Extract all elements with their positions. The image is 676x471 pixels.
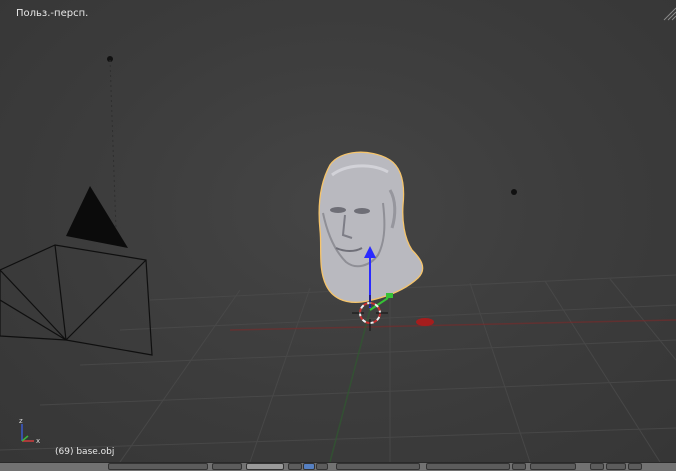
lamp-icon[interactable]: [511, 189, 517, 195]
transform-orientation-dropdown[interactable]: [336, 463, 420, 470]
axis-label-x: x: [36, 437, 40, 445]
manipulator-toggle[interactable]: [288, 463, 302, 470]
rotate-manipulator-button[interactable]: [316, 463, 328, 470]
scene-canvas[interactable]: z x: [0, 0, 676, 462]
3d-viewport[interactable]: Польз.-персп. z x (69) base.obj: [0, 0, 676, 462]
axes-gizmo: z x: [19, 417, 40, 445]
active-object-info: (69) base.obj: [55, 447, 115, 457]
area-split-corner-icon[interactable]: [663, 7, 676, 21]
snap-toggle[interactable]: [590, 463, 604, 470]
lock-camera-button[interactable]: [512, 463, 526, 470]
axis-label-z: z: [19, 417, 23, 425]
shading-dropdown[interactable]: [212, 463, 242, 470]
layers-buttons[interactable]: [426, 463, 510, 470]
object-mode-dropdown[interactable]: [108, 463, 208, 470]
render-preview-button[interactable]: [628, 463, 642, 470]
proportional-edit-dropdown[interactable]: [530, 463, 576, 470]
pivot-dropdown[interactable]: [246, 463, 284, 470]
translate-manipulator-button[interactable]: [303, 463, 315, 470]
lamp-line: [109, 59, 117, 231]
y-axis-line: [329, 309, 371, 462]
snap-element-dropdown[interactable]: [606, 463, 626, 470]
